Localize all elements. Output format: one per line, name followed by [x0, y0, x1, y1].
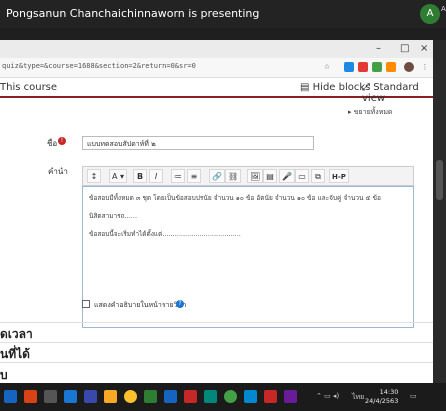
bullet-list-button[interactable]: ≔ — [171, 169, 185, 183]
app-icon[interactable] — [44, 390, 57, 403]
app-icon[interactable] — [184, 390, 197, 403]
editor-line: นิสิตสามารถ...... — [89, 212, 138, 220]
language-indicator[interactable]: ไทย — [352, 392, 364, 403]
link-button[interactable]: 🔗 — [209, 169, 225, 183]
title-bar: – □ × — [0, 40, 433, 58]
standard-view-button[interactable]: ⤢ Standard view — [362, 82, 433, 104]
tray-icons[interactable]: ⌃ ▭ ◂) — [316, 392, 339, 400]
profile-icon[interactable] — [404, 62, 414, 72]
app-icon[interactable] — [204, 390, 217, 403]
show-description-checkbox[interactable] — [82, 300, 90, 308]
extension-icon[interactable] — [344, 62, 354, 72]
browser-window: – □ × quiz&type=&course=1688&section=2&r… — [0, 40, 433, 383]
manage-files-button[interactable]: ⧉ — [311, 169, 325, 183]
chrome-icon[interactable] — [124, 390, 137, 403]
star-icon[interactable]: ☆ — [322, 62, 332, 72]
course-bar: This course ▤ Hide blocks ⤢ Standard vie… — [0, 78, 433, 104]
editor-line: ข้อสอบนี้จะเริ่มทำได้ตั้งแต่............… — [89, 230, 241, 238]
numbered-list-button[interactable]: ≡ — [187, 169, 201, 183]
folder-icon[interactable] — [104, 390, 117, 403]
name-input[interactable]: แบบทดสอบสัปดาห์ที่ ๒ — [82, 136, 314, 150]
screen: Pongsanun Chanchaichinnaworn is presenti… — [0, 0, 446, 411]
italic-button[interactable]: I — [149, 169, 163, 183]
notification-icon[interactable]: ▭ — [410, 392, 417, 400]
help-icon[interactable]: ? — [176, 300, 184, 308]
presenter-banner: Pongsanun Chanchaichinnaworn is presenti… — [0, 0, 446, 28]
bold-button[interactable]: B — [133, 169, 147, 183]
clock-date: 24/4/2563 — [365, 397, 399, 405]
presenter-side-label: A — [441, 5, 446, 13]
app-icon[interactable] — [284, 390, 297, 403]
standard-view-label: Standard view — [362, 82, 419, 104]
line-icon[interactable] — [224, 390, 237, 403]
maximize-button[interactable]: □ — [400, 43, 409, 54]
clock[interactable]: 14:30 24/4/2563 — [365, 388, 398, 406]
start-icon[interactable] — [4, 390, 17, 403]
extension-icon[interactable] — [372, 62, 382, 72]
close-button[interactable]: × — [420, 43, 428, 54]
word-icon[interactable] — [164, 390, 177, 403]
presenter-name: Pongsanun Chanchaichinnaworn is presenti… — [6, 7, 260, 20]
description-label: คำนำ — [48, 167, 68, 176]
app-icon[interactable] — [244, 390, 257, 403]
powerpoint-icon[interactable] — [24, 390, 37, 403]
pdf-icon[interactable] — [264, 390, 277, 403]
section-divider — [0, 342, 433, 343]
editor-toolbar: ↕ A ▾ B I ≔ ≡ 🔗 ⛓ 🖼 ▤ 🎤 ▭ ⧉ H-P — [82, 166, 414, 186]
teams-icon[interactable] — [84, 390, 97, 403]
edge-icon[interactable] — [64, 390, 77, 403]
expand-all-link[interactable]: ▸ ขยายทั้งหมด — [348, 107, 392, 118]
taskbar: ⌃ ▭ ◂) ไทย 14:30 24/4/2563 ▭ — [0, 383, 446, 411]
app-icon[interactable] — [144, 390, 157, 403]
name-label: ชื่อ — [47, 139, 58, 148]
media-button[interactable]: ▤ — [263, 169, 277, 183]
section-divider — [0, 362, 433, 363]
presenter-avatar[interactable]: A — [420, 4, 440, 24]
section-layout-title[interactable]: บ — [0, 366, 8, 383]
menu-icon[interactable]: ⋮ — [420, 62, 430, 72]
show-description-label: แสดงคำอธิบายในหน้ารายวิชา — [94, 301, 187, 309]
required-icon: ! — [58, 137, 66, 145]
editor-line: ข้อสอบมีทั้งหมด ๓ ชุด โดยเป็นข้อสอบปรนัย… — [89, 194, 381, 202]
minimize-button[interactable]: – — [376, 43, 381, 54]
hide-blocks-button[interactable]: ▤ Hide blocks — [300, 82, 370, 93]
record-video-button[interactable]: ▭ — [295, 169, 309, 183]
extension-icon[interactable] — [386, 62, 396, 72]
scrollbar[interactable] — [433, 40, 446, 383]
h5p-button[interactable]: H-P — [329, 169, 349, 183]
url-text[interactable]: quiz&type=&course=1688&section=2&return=… — [2, 62, 196, 70]
extension-icon[interactable] — [358, 62, 368, 72]
clock-time: 14:30 — [379, 388, 399, 396]
address-bar[interactable]: quiz&type=&course=1688&section=2&return=… — [0, 58, 433, 78]
toolbar-toggle-button[interactable]: ↕ — [87, 169, 101, 183]
image-button[interactable]: 🖼 — [247, 169, 264, 183]
unlink-button[interactable]: ⛓ — [225, 169, 242, 183]
scrollbar-thumb[interactable] — [436, 160, 443, 200]
font-style-button[interactable]: A ▾ — [109, 169, 128, 183]
course-link[interactable]: This course — [0, 82, 57, 93]
expand-all-label: ขยายทั้งหมด — [353, 108, 393, 116]
section-divider — [0, 322, 433, 323]
record-audio-button[interactable]: 🎤 — [279, 169, 295, 183]
